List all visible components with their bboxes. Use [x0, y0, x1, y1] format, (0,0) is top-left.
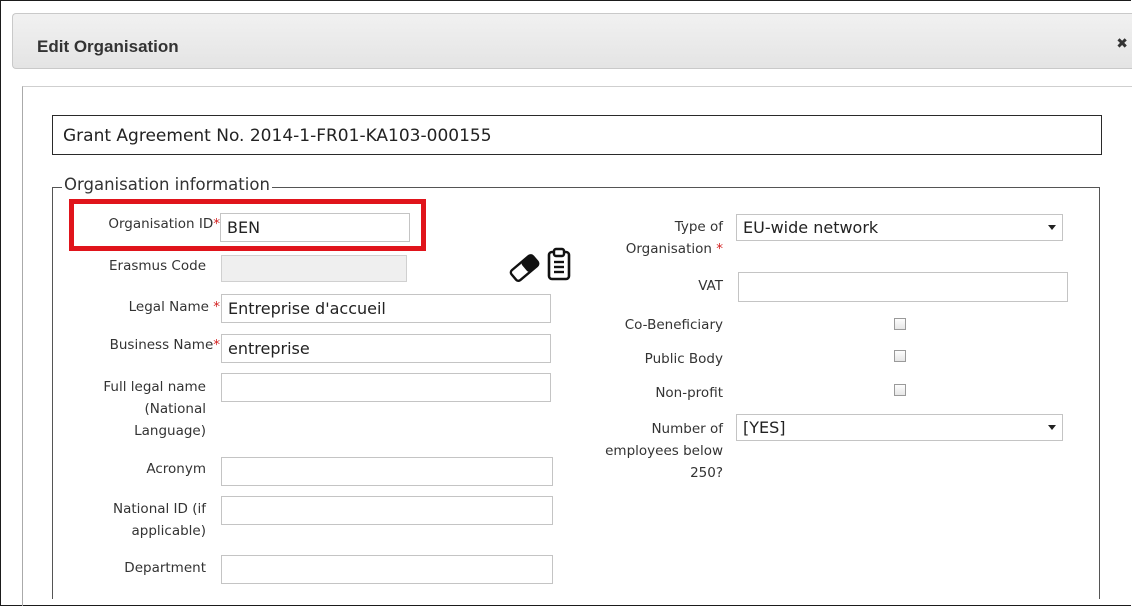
type-of-org-select[interactable]: EU-wide network	[736, 214, 1063, 241]
employees-select[interactable]: [YES]	[736, 414, 1063, 441]
legal-name-input[interactable]: Entreprise d'accueil	[221, 294, 551, 323]
organisation-info-legend: Organisation information	[62, 175, 272, 194]
national-id-label: National ID (if applicable)	[113, 501, 206, 539]
public-body-label: Public Body	[644, 351, 723, 367]
chevron-down-icon	[1048, 425, 1056, 430]
vat-label: VAT	[698, 278, 723, 294]
type-of-org-value: EU-wide network	[743, 218, 879, 237]
eraser-icon[interactable]	[507, 251, 543, 283]
erasmus-code-label: Erasmus Code	[109, 258, 206, 274]
grant-agreement-box: Grant Agreement No. 2014-1-FR01-KA103-00…	[52, 115, 1102, 155]
full-legal-name-label: Full legal name (National Language)	[103, 379, 206, 439]
department-input[interactable]	[221, 555, 553, 584]
co-beneficiary-checkbox[interactable]	[894, 318, 906, 330]
vat-input[interactable]	[738, 272, 1068, 302]
non-profit-label: Non-profit	[655, 385, 723, 401]
employees-value: [YES]	[743, 418, 786, 437]
business-name-label: Business Name*	[109, 337, 220, 353]
public-body-checkbox[interactable]	[894, 350, 906, 362]
dialog-header: Edit Organisation ✖	[12, 13, 1132, 69]
dialog-title: Edit Organisation	[37, 37, 179, 56]
erasmus-code-input	[221, 255, 407, 282]
chevron-down-icon	[1048, 225, 1056, 230]
legal-name-label: Legal Name *	[128, 299, 220, 315]
co-beneficiary-label: Co-Beneficiary	[624, 317, 723, 333]
full-legal-name-input[interactable]	[221, 373, 551, 402]
department-label: Department	[124, 560, 206, 576]
business-name-input[interactable]: entreprise	[221, 334, 551, 363]
close-icon[interactable]: ✖	[1116, 36, 1128, 52]
acronym-input[interactable]	[221, 457, 553, 486]
type-of-org-label: Type of Organisation *	[625, 219, 723, 257]
employees-label: Number of employees below 250?	[605, 421, 723, 481]
non-profit-checkbox[interactable]	[894, 384, 906, 396]
national-id-input[interactable]	[221, 496, 553, 525]
org-id-highlight-box	[69, 199, 426, 251]
acronym-label: Acronym	[146, 461, 206, 477]
grant-agreement-text: Grant Agreement No. 2014-1-FR01-KA103-00…	[63, 126, 492, 146]
